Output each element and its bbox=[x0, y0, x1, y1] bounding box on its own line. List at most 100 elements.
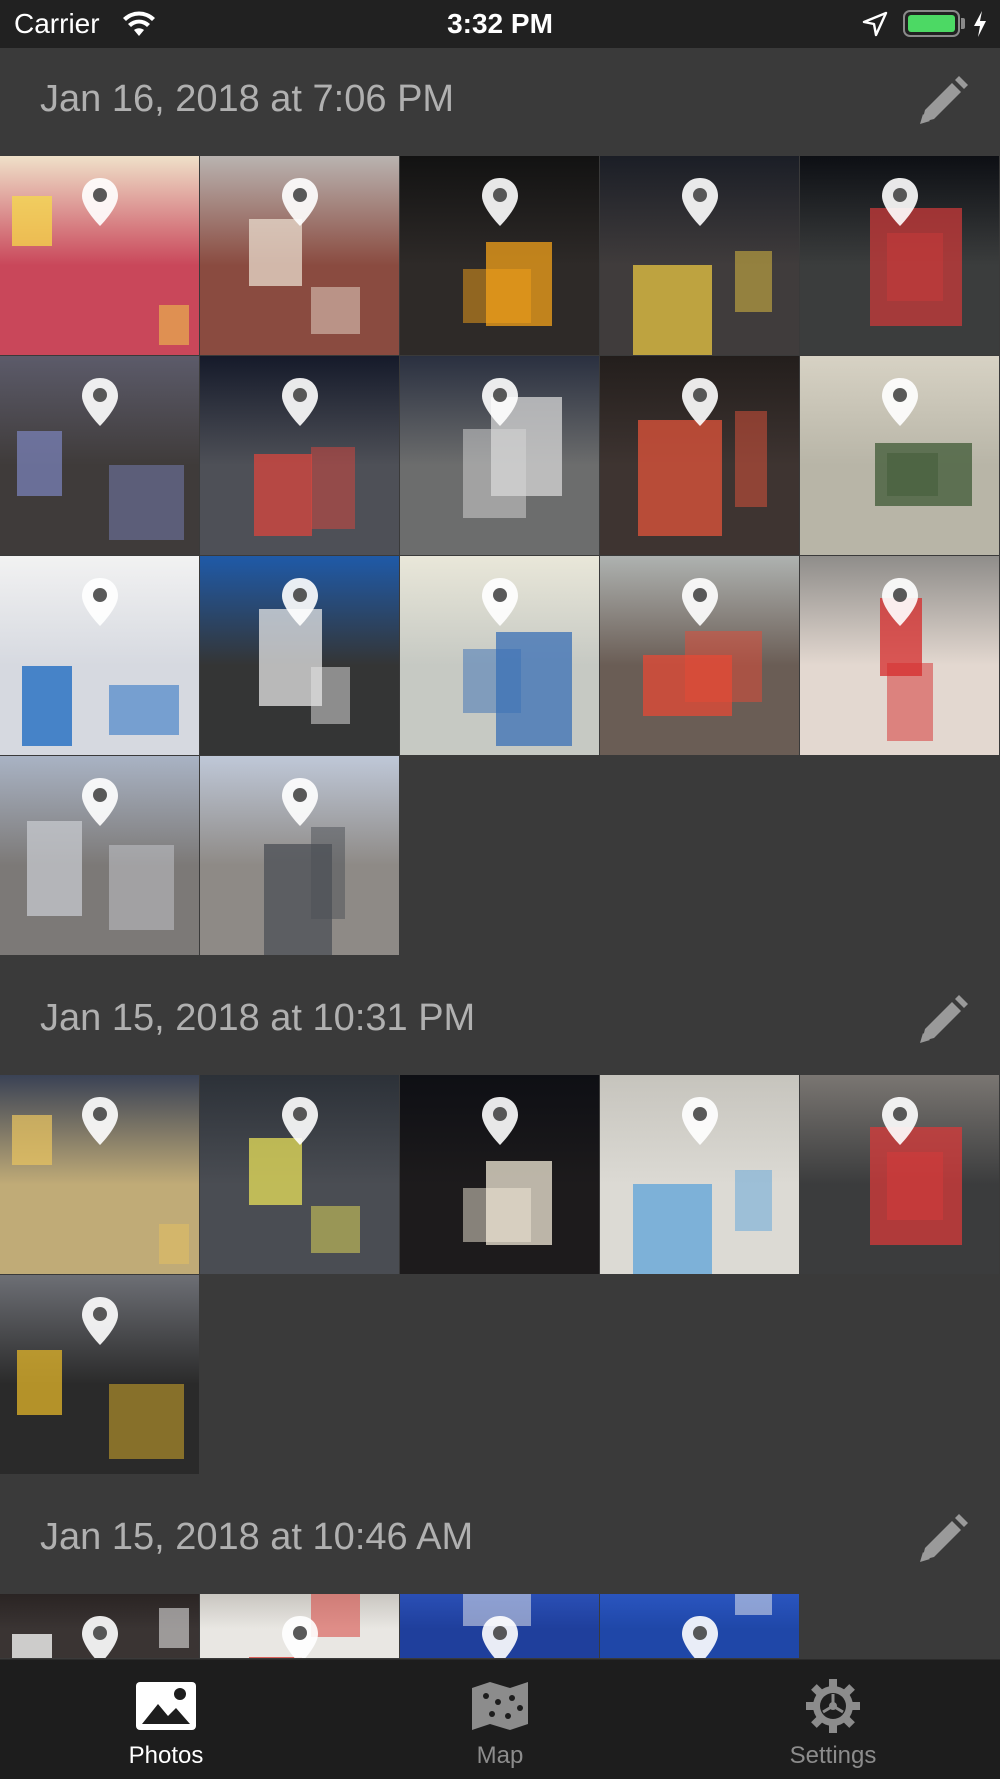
edit-pencil-icon[interactable] bbox=[912, 72, 972, 132]
section-date-title: Jan 15, 2018 at 10:46 AM bbox=[40, 1516, 474, 1558]
tab-settings-label: Settings bbox=[789, 1742, 877, 1769]
photo-thumbnail[interactable] bbox=[400, 156, 599, 355]
photo-grid bbox=[0, 1594, 1000, 1658]
section-header: Jan 16, 2018 at 7:06 PM bbox=[0, 48, 1000, 156]
photo-thumbnail[interactable] bbox=[600, 1594, 799, 1658]
photo-grid bbox=[0, 1075, 1000, 1474]
edit-pencil-icon[interactable] bbox=[912, 991, 972, 1051]
photo-detail bbox=[633, 265, 712, 355]
photo-thumbnail[interactable] bbox=[0, 1075, 199, 1274]
photo-thumbnail[interactable] bbox=[0, 556, 199, 755]
photo-detail bbox=[887, 453, 938, 496]
location-pin-icon bbox=[279, 576, 321, 628]
location-pin-icon bbox=[479, 1614, 521, 1658]
location-pin-icon bbox=[79, 1614, 121, 1658]
location-pin-icon bbox=[479, 576, 521, 628]
photo-thumbnail[interactable] bbox=[0, 756, 199, 955]
location-pin-icon bbox=[479, 1095, 521, 1147]
photo-thumbnail[interactable] bbox=[200, 1075, 399, 1274]
location-pin-icon bbox=[679, 576, 721, 628]
battery-level bbox=[908, 15, 955, 32]
location-pin-icon bbox=[279, 376, 321, 428]
photo-detail bbox=[254, 454, 312, 536]
photo-thumbnail[interactable] bbox=[0, 1594, 199, 1658]
tab-map-label: Map bbox=[476, 1742, 524, 1769]
charging-bolt-icon bbox=[974, 11, 986, 37]
photo-detail bbox=[311, 447, 355, 529]
photo-detail bbox=[735, 1594, 772, 1615]
photo-thumbnail[interactable] bbox=[600, 356, 799, 555]
section-date-title: Jan 15, 2018 at 10:31 PM bbox=[40, 997, 476, 1039]
photo-detail bbox=[463, 649, 521, 713]
photo-thumbnail[interactable] bbox=[200, 556, 399, 755]
photo-thumbnail[interactable] bbox=[800, 556, 999, 755]
photo-detail bbox=[27, 821, 82, 916]
location-pin-icon bbox=[79, 1295, 121, 1347]
photo-detail bbox=[887, 233, 943, 301]
photo-detail bbox=[311, 1206, 360, 1253]
photo-thumbnail[interactable] bbox=[600, 156, 799, 355]
tab-map[interactable]: Map bbox=[400, 1660, 600, 1779]
photo-detail bbox=[633, 1184, 712, 1274]
photos-icon bbox=[136, 1682, 196, 1730]
location-pin-icon bbox=[679, 376, 721, 428]
photo-detail bbox=[638, 420, 722, 536]
photo-thumbnail[interactable] bbox=[0, 156, 199, 355]
location-pin-icon bbox=[79, 176, 121, 228]
photo-thumbnail[interactable] bbox=[400, 556, 599, 755]
photo-detail bbox=[12, 1634, 52, 1658]
photo-detail bbox=[109, 1384, 184, 1459]
status-bar: Carrier 3:32 PM bbox=[0, 0, 1000, 48]
edit-pencil-icon[interactable] bbox=[912, 1510, 972, 1570]
photo-thumbnail[interactable] bbox=[800, 1075, 999, 1274]
battery-icon bbox=[903, 10, 960, 37]
photo-detail bbox=[311, 287, 360, 334]
photo-thumbnail[interactable] bbox=[400, 1594, 599, 1658]
location-pin-icon bbox=[879, 176, 921, 228]
photo-feed[interactable]: Jan 16, 2018 at 7:06 PM Jan 15, 2018 at 1… bbox=[0, 48, 1000, 1659]
photo-detail bbox=[12, 1115, 52, 1165]
photo-detail bbox=[109, 685, 179, 735]
photo-thumbnail[interactable] bbox=[600, 1075, 799, 1274]
location-pin-icon bbox=[679, 176, 721, 228]
location-pin-icon bbox=[79, 576, 121, 628]
location-pin-icon bbox=[679, 1614, 721, 1658]
photo-thumbnail[interactable] bbox=[0, 1275, 199, 1474]
photo-thumbnail[interactable] bbox=[400, 356, 599, 555]
photo-thumbnail[interactable] bbox=[200, 1594, 399, 1658]
photo-detail bbox=[887, 663, 933, 741]
photo-thumbnail[interactable] bbox=[200, 156, 399, 355]
location-pin-icon bbox=[279, 176, 321, 228]
tab-photos[interactable]: Photos bbox=[66, 1660, 266, 1779]
photo-detail bbox=[159, 305, 189, 345]
photo-thumbnail[interactable] bbox=[0, 356, 199, 555]
map-icon bbox=[472, 1682, 528, 1730]
location-pin-icon bbox=[79, 776, 121, 828]
tab-bar: Photos Map Settings bbox=[0, 1659, 1000, 1779]
photo-thumbnail[interactable] bbox=[200, 356, 399, 555]
photo-detail bbox=[311, 827, 345, 919]
location-pin-icon bbox=[279, 776, 321, 828]
photo-detail bbox=[311, 667, 350, 724]
photo-detail bbox=[249, 219, 302, 286]
photo-thumbnail[interactable] bbox=[800, 156, 999, 355]
location-pin-icon bbox=[279, 1614, 321, 1658]
location-arrow-icon bbox=[862, 11, 888, 37]
photo-detail bbox=[22, 666, 72, 746]
photo-detail bbox=[17, 431, 62, 496]
photo-detail bbox=[249, 1138, 302, 1205]
location-pin-icon bbox=[879, 1095, 921, 1147]
photo-thumbnail[interactable] bbox=[600, 556, 799, 755]
photo-thumbnail[interactable] bbox=[800, 356, 999, 555]
photo-detail bbox=[463, 429, 526, 518]
section-date-title: Jan 16, 2018 at 7:06 PM bbox=[40, 78, 455, 120]
photo-grid bbox=[0, 156, 1000, 955]
photo-thumbnail[interactable] bbox=[400, 1075, 599, 1274]
photo-detail bbox=[463, 269, 531, 323]
photo-detail bbox=[735, 1170, 772, 1231]
photo-thumbnail[interactable] bbox=[200, 756, 399, 955]
tab-settings[interactable]: Settings bbox=[733, 1660, 933, 1779]
photo-detail bbox=[12, 196, 52, 246]
